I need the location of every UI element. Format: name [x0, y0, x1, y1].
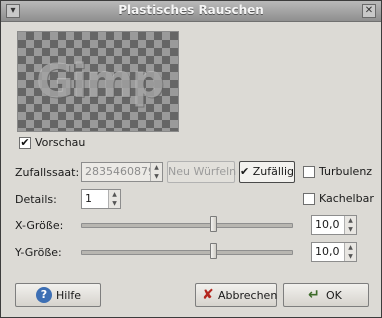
new-seed-button[interactable]: Neu Würfeln: [167, 161, 236, 183]
title-bar[interactable]: ▾ Plastisches Rauschen ✕: [1, 1, 381, 22]
turbulence-label: Turbulenz: [319, 165, 373, 178]
help-label: Hilfe: [56, 289, 82, 302]
y-size-spin-arrows[interactable]: ▲ ▼: [344, 243, 356, 261]
cancel-button[interactable]: ✘ Abbrechen: [195, 283, 277, 307]
tileable-checkbox[interactable]: [303, 193, 315, 205]
y-size-spinbox[interactable]: 10,0 ▲ ▼: [311, 242, 357, 262]
tileable-label: Kachelbar: [319, 192, 374, 205]
preview-checkbox[interactable]: ✔: [19, 137, 31, 149]
details-value: 1: [85, 192, 92, 205]
close-icon[interactable]: ✕: [362, 4, 376, 18]
x-size-spin-arrows[interactable]: ▲ ▼: [344, 216, 356, 234]
window-title: Plastisches Rauschen: [118, 3, 264, 17]
preview-area: Gimp: [17, 31, 179, 132]
details-spin-arrows[interactable]: ▲ ▼: [108, 190, 120, 208]
cancel-label: Abbrechen: [218, 289, 278, 302]
preview-watermark: Gimp: [36, 54, 164, 108]
seed-value: 2835460879: [85, 165, 155, 178]
turbulence-checkbox[interactable]: [303, 166, 315, 178]
y-size-slider-handle[interactable]: [209, 243, 217, 259]
random-toggle-button[interactable]: ✔ Zufällig: [239, 161, 295, 183]
details-spinbox[interactable]: 1 ▲ ▼: [81, 189, 121, 209]
x-size-slider-handle[interactable]: [209, 216, 217, 232]
details-label: Details:: [15, 193, 57, 206]
x-size-spinbox[interactable]: 10,0 ▲ ▼: [311, 215, 357, 235]
random-label: Zufällig: [252, 165, 294, 178]
seed-spinbox[interactable]: 2835460879 ▲ ▼: [81, 162, 163, 182]
cancel-icon: ✘: [202, 287, 214, 303]
dialog-window: ▾ Plastisches Rauschen ✕ Gimp ✔ Vorschau…: [0, 0, 382, 318]
y-size-value: 10,0: [315, 245, 340, 258]
preview-label: Vorschau: [35, 136, 86, 149]
ok-icon: ↵: [308, 287, 320, 303]
ok-button[interactable]: ↵ OK: [283, 283, 369, 307]
seed-label: Zufallssaat:: [15, 166, 80, 179]
check-icon: ✔: [240, 165, 250, 178]
x-size-track[interactable]: [81, 223, 293, 228]
seed-spin-arrows[interactable]: ▲ ▼: [150, 163, 162, 181]
x-size-value: 10,0: [315, 218, 340, 231]
help-button[interactable]: ? Hilfe: [15, 283, 101, 307]
y-size-label: Y-Größe:: [15, 246, 62, 259]
y-size-track[interactable]: [81, 250, 293, 255]
help-icon: ?: [36, 287, 52, 303]
x-size-label: X-Größe:: [15, 219, 64, 232]
ok-label: OK: [326, 289, 342, 302]
